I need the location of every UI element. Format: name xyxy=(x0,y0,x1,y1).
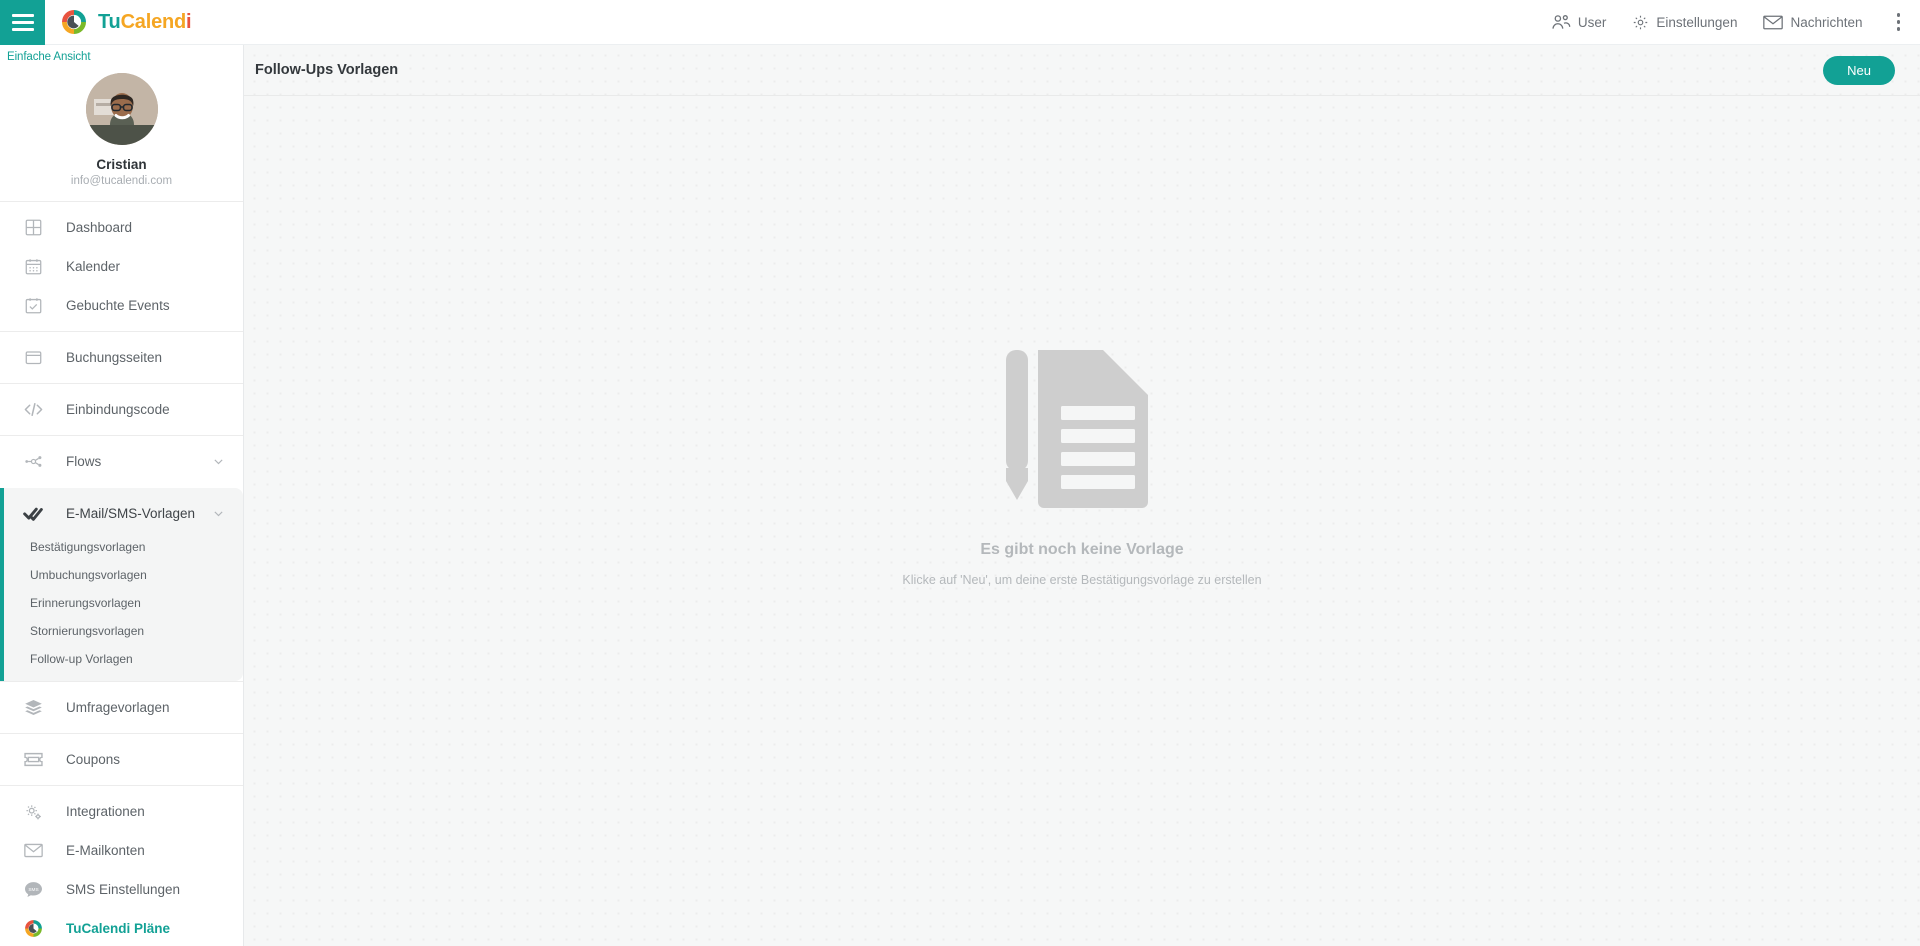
sidebar-item-integrationen[interactable]: Integrationen xyxy=(0,792,243,831)
brand-logo-area[interactable]: TuCalendi xyxy=(59,7,192,37)
sidebar-item-umfragevorlagen-label: Umfragevorlagen xyxy=(66,700,170,715)
kebab-dot xyxy=(1896,20,1900,24)
sidebar-subitem-bestaetigungsvorlagen[interactable]: Bestätigungsvorlagen xyxy=(4,533,243,561)
sidebar-item-flows[interactable]: Flows xyxy=(0,442,243,481)
nav-group-settings: Integrationen E-Mailkonten SMS SMS Einst… xyxy=(0,785,243,946)
kebab-menu-icon[interactable] xyxy=(1889,7,1909,37)
nav-group-email-sms-vorlagen: E-Mail/SMS-Vorlagen Bestätigungsvorlagen… xyxy=(0,488,243,681)
sidebar-item-buchungsseiten-label: Buchungsseiten xyxy=(66,350,163,365)
sidebar-item-email-sms-vorlagen[interactable]: E-Mail/SMS-Vorlagen xyxy=(4,494,243,533)
calendar-icon xyxy=(22,258,44,275)
chevron-down-icon[interactable] xyxy=(212,507,225,520)
gears-icon xyxy=(22,803,44,821)
hamburger-bar xyxy=(11,13,34,17)
sidebar-item-kalender[interactable]: Kalender xyxy=(0,247,243,286)
sidebar-item-tucalendi-plaene[interactable]: TuCalendi Pläne xyxy=(0,909,243,946)
hamburger-icon[interactable] xyxy=(0,0,45,45)
gear-icon xyxy=(1634,15,1648,29)
nav-group-flows: Flows xyxy=(0,435,243,487)
tucalendi-logo-icon xyxy=(22,918,44,939)
profile-email: info@tucalendi.com xyxy=(70,175,173,187)
sidebar-subitem-erinnerungsvorlagen[interactable]: Erinnerungsvorlagen xyxy=(4,589,243,617)
sidebar-item-e-mailkonten-label: E-Mailkonten xyxy=(66,843,145,858)
users-icon xyxy=(1552,15,1571,29)
sidebar-item-sms-einstellungen[interactable]: SMS SMS Einstellungen xyxy=(0,870,243,909)
hamburger-bar xyxy=(11,27,34,31)
nav-group-main: Dashboard Kalender Gebuchte Events xyxy=(0,201,243,331)
nav-group-umfrage: Umfragevorlagen xyxy=(0,681,243,733)
top-bar: TuCalendi User Einstellungen Nachrichten xyxy=(0,0,1920,45)
sidebar-item-gebuchte-events-label: Gebuchte Events xyxy=(66,298,170,313)
chevron-down-icon[interactable] xyxy=(212,455,225,468)
profile-name: Cristian xyxy=(96,157,147,172)
empty-state: Es gibt noch keine Vorlage Klicke auf 'N… xyxy=(244,96,1920,946)
sidebar-item-kalender-label: Kalender xyxy=(66,259,121,274)
sidebar-item-email-sms-vorlagen-label: E-Mail/SMS-Vorlagen xyxy=(66,506,196,521)
top-item-einstellungen-label: Einstellungen xyxy=(1656,14,1738,30)
top-item-einstellungen[interactable]: Einstellungen xyxy=(1632,14,1737,31)
nav-group-embed: Einbindungscode xyxy=(0,383,243,435)
sidebar-item-buchungsseiten[interactable]: Buchungsseiten xyxy=(0,338,243,377)
main-content: Follow-Ups Vorlagen Neu Es gibt noch kei… xyxy=(244,45,1920,946)
sidebar-subitem-stornierungsvorlagen[interactable]: Stornierungsvorlagen xyxy=(4,617,243,645)
nav-group-booking: Buchungsseiten xyxy=(0,331,243,383)
sidebar-item-gebuchte-events[interactable]: Gebuchte Events xyxy=(0,286,243,325)
ticket-icon xyxy=(22,752,44,767)
sidebar-item-flows-label: Flows xyxy=(66,454,102,469)
envelope-icon xyxy=(1763,15,1784,29)
document-with-pen-icon xyxy=(1005,350,1148,508)
user-avatar-photo xyxy=(85,73,158,145)
avatar[interactable] xyxy=(85,73,158,145)
top-item-user-label: User xyxy=(1577,14,1607,30)
sidebar-item-umfragevorlagen[interactable]: Umfragevorlagen xyxy=(0,688,243,727)
page-title: Follow-Ups Vorlagen xyxy=(255,62,399,78)
sidebar-item-tucalendi-plaene-label: TuCalendi Pläne xyxy=(66,921,171,936)
sidebar-subitem-follow-up-vorlagen[interactable]: Follow-up Vorlagen xyxy=(4,645,243,673)
sidebar-item-einbindungscode[interactable]: Einbindungscode xyxy=(0,390,243,429)
top-item-nachrichten[interactable]: Nachrichten xyxy=(1763,14,1863,30)
nodes-icon xyxy=(22,453,44,470)
hamburger-bar xyxy=(11,20,34,24)
top-item-user[interactable]: User xyxy=(1550,14,1607,30)
sms-bubble-icon: SMS xyxy=(22,881,44,898)
layers-icon xyxy=(22,699,44,716)
nav-group-coupons: Coupons xyxy=(0,733,243,785)
sidebar-item-einbindungscode-label: Einbindungscode xyxy=(66,402,170,417)
top-bar-actions: User Einstellungen Nachrichten xyxy=(1550,7,1920,37)
sidebar-item-e-mailkonten[interactable]: E-Mailkonten xyxy=(0,831,243,870)
calendar-check-icon xyxy=(22,297,44,314)
tucalendi-logo-icon xyxy=(62,10,86,34)
top-item-nachrichten-label: Nachrichten xyxy=(1790,14,1863,30)
profile-block: Cristian info@tucalendi.com xyxy=(0,63,243,201)
sidebar-item-coupons-label: Coupons xyxy=(66,752,121,767)
empty-state-subtitle: Klicke auf 'Neu', um deine erste Bestäti… xyxy=(902,573,1262,587)
double-check-icon xyxy=(22,505,44,522)
brand-part-1: Tu xyxy=(98,10,121,33)
brand-part-2: Calend xyxy=(120,10,187,33)
brand-title: TuCalendi xyxy=(98,10,192,34)
sidebar-item-coupons[interactable]: Coupons xyxy=(0,740,243,779)
sidebar: Einfache Ansicht Cristian info@tucalendi… xyxy=(0,45,244,946)
kebab-dot xyxy=(1896,27,1900,31)
grid-icon xyxy=(22,219,44,236)
code-brackets-icon xyxy=(22,401,44,418)
sidebar-subitem-umbuchungsvorlagen[interactable]: Umbuchungsvorlagen xyxy=(4,561,243,589)
kebab-dot xyxy=(1896,13,1900,17)
main-header: Follow-Ups Vorlagen Neu xyxy=(244,45,1920,96)
new-button[interactable]: Neu xyxy=(1823,55,1895,85)
sidebar-item-dashboard-label: Dashboard xyxy=(66,220,133,235)
svg-text:SMS: SMS xyxy=(28,887,38,893)
empty-state-title: Es gibt noch keine Vorlage xyxy=(980,541,1184,558)
sidebar-item-integrationen-label: Integrationen xyxy=(66,804,145,819)
envelope-icon xyxy=(22,843,44,858)
browser-window-icon xyxy=(22,349,44,366)
simple-view-link[interactable]: Einfache Ansicht xyxy=(0,45,243,63)
sidebar-item-sms-einstellungen-label: SMS Einstellungen xyxy=(66,882,181,897)
brand-part-3: i xyxy=(186,10,192,33)
sidebar-item-dashboard[interactable]: Dashboard xyxy=(0,208,243,247)
